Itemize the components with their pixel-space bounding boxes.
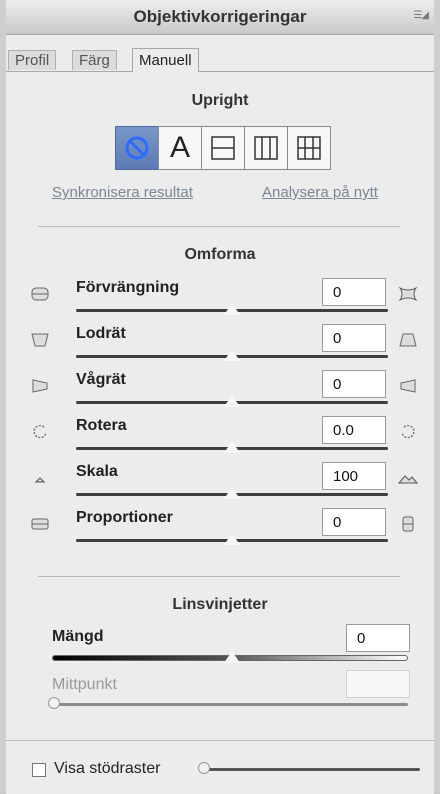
midpoint-slider-thumb[interactable] [48,697,60,709]
aspect-input[interactable]: 0 [322,508,386,536]
upright-button-group: A [115,126,331,170]
horizontal-input[interactable]: 0 [322,370,386,398]
amount-label: Mängd [52,628,104,645]
midpoint-label: Mittpunkt [52,676,117,693]
amount-input[interactable]: 0 [346,624,410,652]
horizontal-guide-icon [211,136,235,160]
amount-slider-thumb[interactable] [223,650,241,664]
horizontal-slider-thumb[interactable] [223,394,241,408]
show-grid-checkbox[interactable] [32,763,46,777]
letter-a-icon: A [169,131,190,164]
rotate-right-icon [401,424,415,439]
aspect-slider-thumb[interactable] [223,532,241,546]
upright-level-button[interactable] [201,126,245,170]
scale-large-icon [398,475,418,484]
vertical-slider-thumb[interactable] [223,348,241,362]
distortion-slider-thumb[interactable] [223,302,241,316]
scale-input[interactable]: 100 [322,462,386,490]
tab-label: Manuell [139,52,192,69]
lens-correction-panel: Objektivkorrigeringar ☰◢ Profil Färg Man… [0,0,440,794]
rotate-label: Rotera [76,417,127,434]
panel-title: Objektivkorrigeringar [133,7,307,26]
horizontal-label: Vågrät [76,371,126,388]
panel-titlebar: Objektivkorrigeringar ☰◢ [6,0,434,35]
vignette-title: Linsvinjetter [172,596,268,613]
upright-vertical-button[interactable] [244,126,288,170]
midpoint-input[interactable] [346,670,410,698]
upright-off-button[interactable] [115,126,159,170]
divider [38,576,400,577]
rotate-slider-thumb[interactable] [223,440,241,454]
show-grid-label: Visa stödraster [54,760,161,777]
grid-icon [297,136,321,160]
rotate-input[interactable]: 0.0 [322,416,386,444]
scale-small-icon [34,477,46,483]
tab-profil[interactable]: Profil [8,50,57,70]
tab-farg[interactable]: Färg [72,50,117,70]
horizontal-perspective-reverse-icon [400,379,416,393]
aspect-tall-icon [402,516,414,532]
tab-label: Profil [15,52,50,69]
scale-label: Skala [76,463,118,480]
reanalyze-link[interactable]: Analysera på nytt [262,184,378,201]
grid-size-slider-thumb[interactable] [198,762,210,774]
distortion-barrel-icon [398,286,418,302]
grid-size-slider[interactable] [202,768,420,771]
horizontal-perspective-icon [32,379,48,393]
aspect-label: Proportioner [76,509,173,526]
tab-bar: Profil Färg Manuell [6,48,434,72]
distortion-label: Förvrängning [76,279,180,296]
scale-slider-thumb[interactable] [223,486,241,500]
sync-results-link[interactable]: Synkronisera resultat [52,184,193,201]
midpoint-slider[interactable] [52,703,408,706]
vertical-input[interactable]: 0 [322,324,386,352]
panel-menu-icon[interactable]: ☰◢ [413,10,429,21]
divider [38,226,400,227]
aspect-wide-icon [31,518,49,530]
distortion-input[interactable]: 0 [322,278,386,306]
rotate-left-icon [33,424,47,439]
vertical-label: Lodrät [76,325,126,342]
tab-label: Färg [79,52,110,69]
upright-full-button[interactable] [287,126,331,170]
upright-title: Upright [191,92,249,109]
prohibit-icon [125,136,149,160]
vertical-perspective-reverse-icon [399,333,417,347]
upright-auto-button[interactable]: A [158,126,202,170]
vertical-guides-icon [254,136,278,160]
tab-manuell[interactable]: Manuell [132,48,199,72]
distortion-pincushion-icon [31,287,49,301]
transform-title: Omforma [184,246,256,263]
vertical-perspective-icon [31,333,49,347]
